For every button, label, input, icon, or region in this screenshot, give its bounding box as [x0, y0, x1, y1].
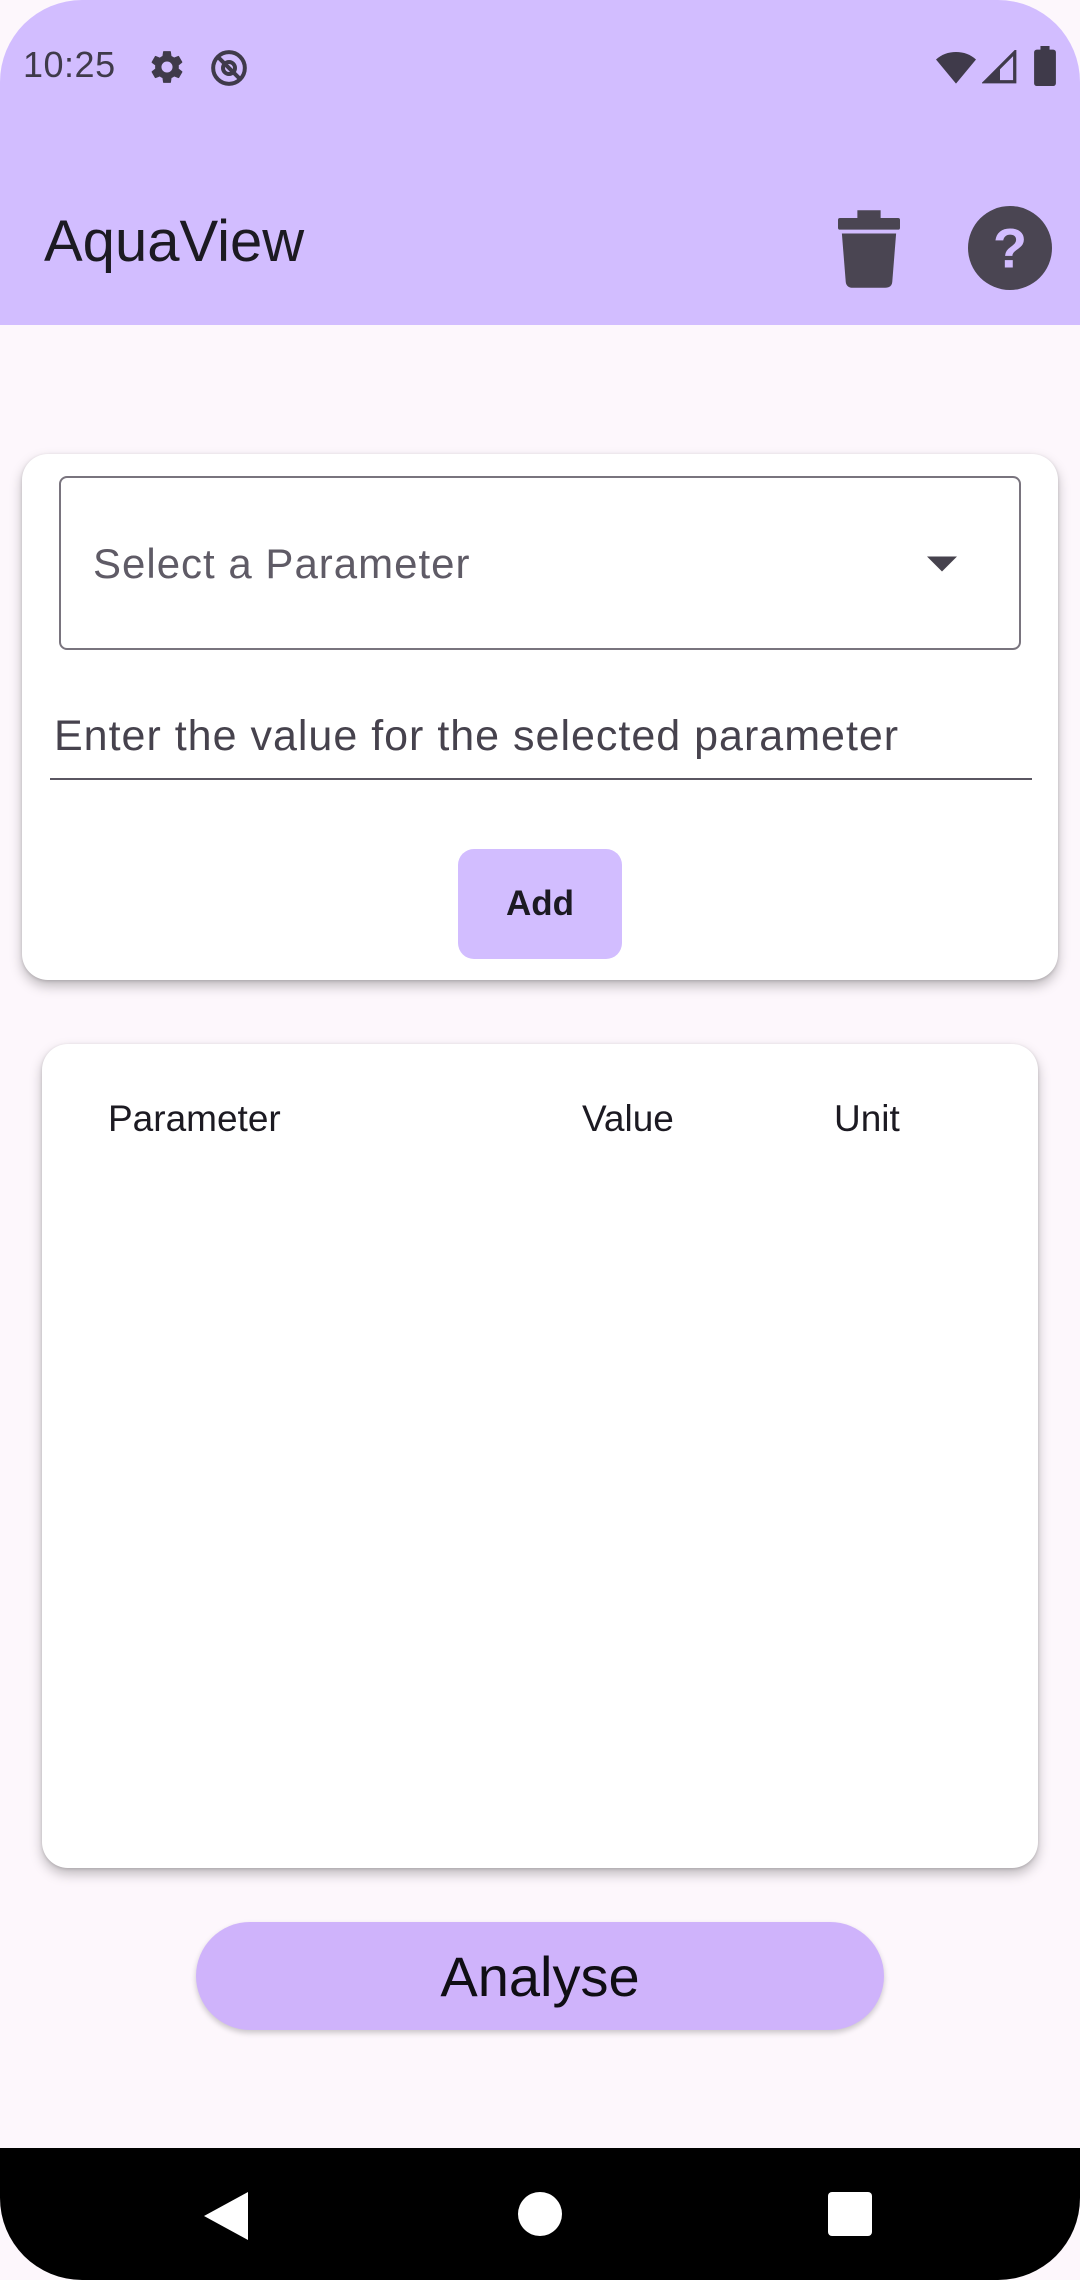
- value-input[interactable]: Enter the value for the selected paramet…: [50, 686, 1032, 780]
- gear-icon: [148, 48, 186, 91]
- help-icon[interactable]: ?: [968, 206, 1052, 295]
- at-sign-icon: [209, 48, 249, 93]
- table-header-unit: Unit: [834, 1098, 900, 1139]
- svg-text:?: ?: [993, 216, 1027, 279]
- navigation-bar: [0, 2148, 1080, 2280]
- analyse-button[interactable]: Analyse: [196, 1922, 884, 2030]
- chevron-down-icon: [927, 556, 957, 577]
- home-icon[interactable]: [518, 2192, 562, 2241]
- status-time: 10:25: [23, 44, 116, 85]
- value-input-placeholder: Enter the value for the selected paramet…: [54, 712, 900, 760]
- input-card: Select a Parameter Enter the value for t…: [22, 454, 1058, 980]
- parameter-dropdown[interactable]: Select a Parameter: [59, 476, 1021, 650]
- recents-icon[interactable]: [828, 2192, 872, 2241]
- delete-icon[interactable]: [838, 210, 900, 293]
- parameter-table: Parameter Value Unit: [42, 1044, 1038, 1868]
- app-title: AquaView: [44, 209, 305, 274]
- add-button[interactable]: Add: [458, 849, 622, 959]
- wifi-icon: [936, 50, 976, 89]
- back-icon[interactable]: [204, 2192, 248, 2245]
- battery-icon: [1034, 46, 1056, 91]
- dropdown-placeholder: Select a Parameter: [93, 540, 471, 587]
- table-header-parameter: Parameter: [108, 1098, 281, 1139]
- status-bar: 10:25: [0, 0, 1080, 130]
- app-bar: AquaView ?: [0, 130, 1080, 325]
- table-header-value: Value: [582, 1098, 674, 1139]
- cell-signal-icon: [981, 48, 1018, 89]
